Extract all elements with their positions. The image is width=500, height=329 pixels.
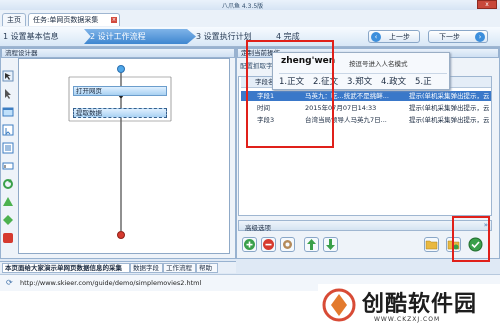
- tab-close-icon[interactable]: ×: [111, 17, 117, 23]
- next-label: 下一步: [439, 33, 460, 41]
- open-folder-button[interactable]: [424, 237, 439, 252]
- step-number: 3: [196, 32, 202, 41]
- tab-strip: 主页 任务:单网页数据采集demo ×: [0, 10, 500, 36]
- field-extra: 提示(单机采集弹出提示，云...: [409, 116, 489, 124]
- refresh-icon[interactable]: ⟳: [6, 278, 13, 287]
- arrow-left-icon: ‹: [371, 32, 381, 42]
- node-label: 打开网页: [76, 87, 102, 95]
- field-extra: 提示(单机采集弹出提示，云...: [409, 92, 489, 100]
- node-label: 提取数据: [76, 109, 102, 117]
- tab-label: 工作流程: [166, 264, 192, 272]
- click-element-icon[interactable]: [2, 124, 14, 136]
- tab-help[interactable]: 帮助: [196, 263, 218, 273]
- extract-data-icon[interactable]: [2, 142, 14, 154]
- add-icon: [244, 239, 255, 250]
- ime-candidate[interactable]: 5.正: [415, 75, 432, 87]
- open-page-icon[interactable]: [2, 106, 14, 118]
- step-number: 1: [3, 32, 9, 41]
- remove-field-button[interactable]: [261, 237, 276, 252]
- prev-button[interactable]: ‹ 上一步: [368, 30, 420, 43]
- tab-label: 数据字段: [133, 264, 159, 272]
- step-schedule[interactable]: 3 设置执行计划: [196, 29, 252, 44]
- branch-icon[interactable]: [2, 196, 14, 208]
- ime-candidate[interactable]: 3.郑文: [347, 75, 372, 87]
- step-design-workflow[interactable]: 2 设计工作流程: [84, 29, 196, 44]
- step-number: 2: [90, 32, 96, 41]
- tab-demo-description[interactable]: 本页面给大家演示单网页数据信息的采集: [2, 263, 130, 273]
- condition-icon[interactable]: [2, 214, 14, 226]
- url-text: http://www.skieer.com/guide/demo/simplem…: [20, 279, 202, 287]
- tab-home[interactable]: 主页: [2, 13, 26, 26]
- close-button[interactable]: x: [477, 0, 497, 9]
- designer-toolbar: [0, 58, 17, 254]
- select-icon[interactable]: [2, 70, 14, 82]
- watermark-site: WWW.CKZXJ.COM: [374, 316, 441, 323]
- loop-icon[interactable]: [2, 178, 14, 190]
- watermark-name: 创酷软件园: [362, 292, 478, 317]
- next-button[interactable]: 下一步 ›: [428, 30, 488, 43]
- window-title: 八爪鱼 4.3.5版: [222, 3, 264, 10]
- add-field-button[interactable]: [242, 237, 257, 252]
- tab-data-fields[interactable]: 数据字段: [130, 263, 163, 273]
- tab-workflow[interactable]: 工作流程: [163, 263, 196, 273]
- watermark: 创酷软件园 WWW.CKZXJ.COM: [318, 284, 500, 329]
- move-up-button[interactable]: [304, 237, 319, 252]
- tab-home-label: 主页: [7, 16, 21, 24]
- pointer-icon[interactable]: [2, 88, 14, 100]
- highlight-box-confirm: [452, 216, 490, 262]
- move-up-icon: [307, 239, 316, 250]
- step-label: 设置基本信息: [10, 32, 59, 41]
- arrow-right-icon: ›: [475, 32, 485, 42]
- help-tab-strip: 本页面给大家演示单网页数据信息的采集 数据字段 工作流程 帮助: [0, 261, 236, 273]
- settings-icon: [283, 240, 292, 249]
- flow-start-icon: [117, 65, 125, 73]
- workflow-canvas[interactable]: 打开网页 提取数据: [18, 58, 230, 254]
- remove-icon: [263, 239, 274, 250]
- input-text-icon[interactable]: [2, 160, 14, 172]
- prev-label: 上一步: [389, 33, 410, 41]
- tab-label: 本页面给大家演示单网页数据信息的采集: [5, 264, 122, 272]
- title-bar: 八爪鱼 4.3.5版 x: [0, 0, 500, 10]
- designer-header: 流程设计器: [1, 48, 235, 58]
- tab-label: 帮助: [199, 264, 212, 272]
- ime-hint: 按逗号进入人名模式: [349, 60, 408, 68]
- step-basic-info[interactable]: 1 设置基本信息: [3, 29, 59, 44]
- stop-icon[interactable]: [2, 232, 14, 244]
- field-settings-button[interactable]: [280, 237, 295, 252]
- watermark-logo-icon: [322, 288, 356, 322]
- tab-task[interactable]: 任务:单网页数据采集demo ×: [28, 13, 120, 36]
- node-extract-data[interactable]: 提取数据: [73, 108, 167, 118]
- ime-candidate[interactable]: 4.政文: [381, 75, 406, 87]
- move-down-icon: [326, 239, 335, 250]
- flow-end-icon: [117, 231, 125, 239]
- step-label: 设计工作流程: [97, 32, 146, 41]
- highlight-box-ime: [246, 40, 334, 148]
- step-label: 设置执行计划: [203, 32, 252, 41]
- field-extra: 提示(单机采集弹出提示，云...: [409, 104, 489, 112]
- node-open-page[interactable]: 打开网页: [73, 86, 167, 96]
- folder-icon: [425, 240, 438, 250]
- move-down-button[interactable]: [323, 237, 338, 252]
- advanced-options-label: 高级选项: [245, 224, 271, 232]
